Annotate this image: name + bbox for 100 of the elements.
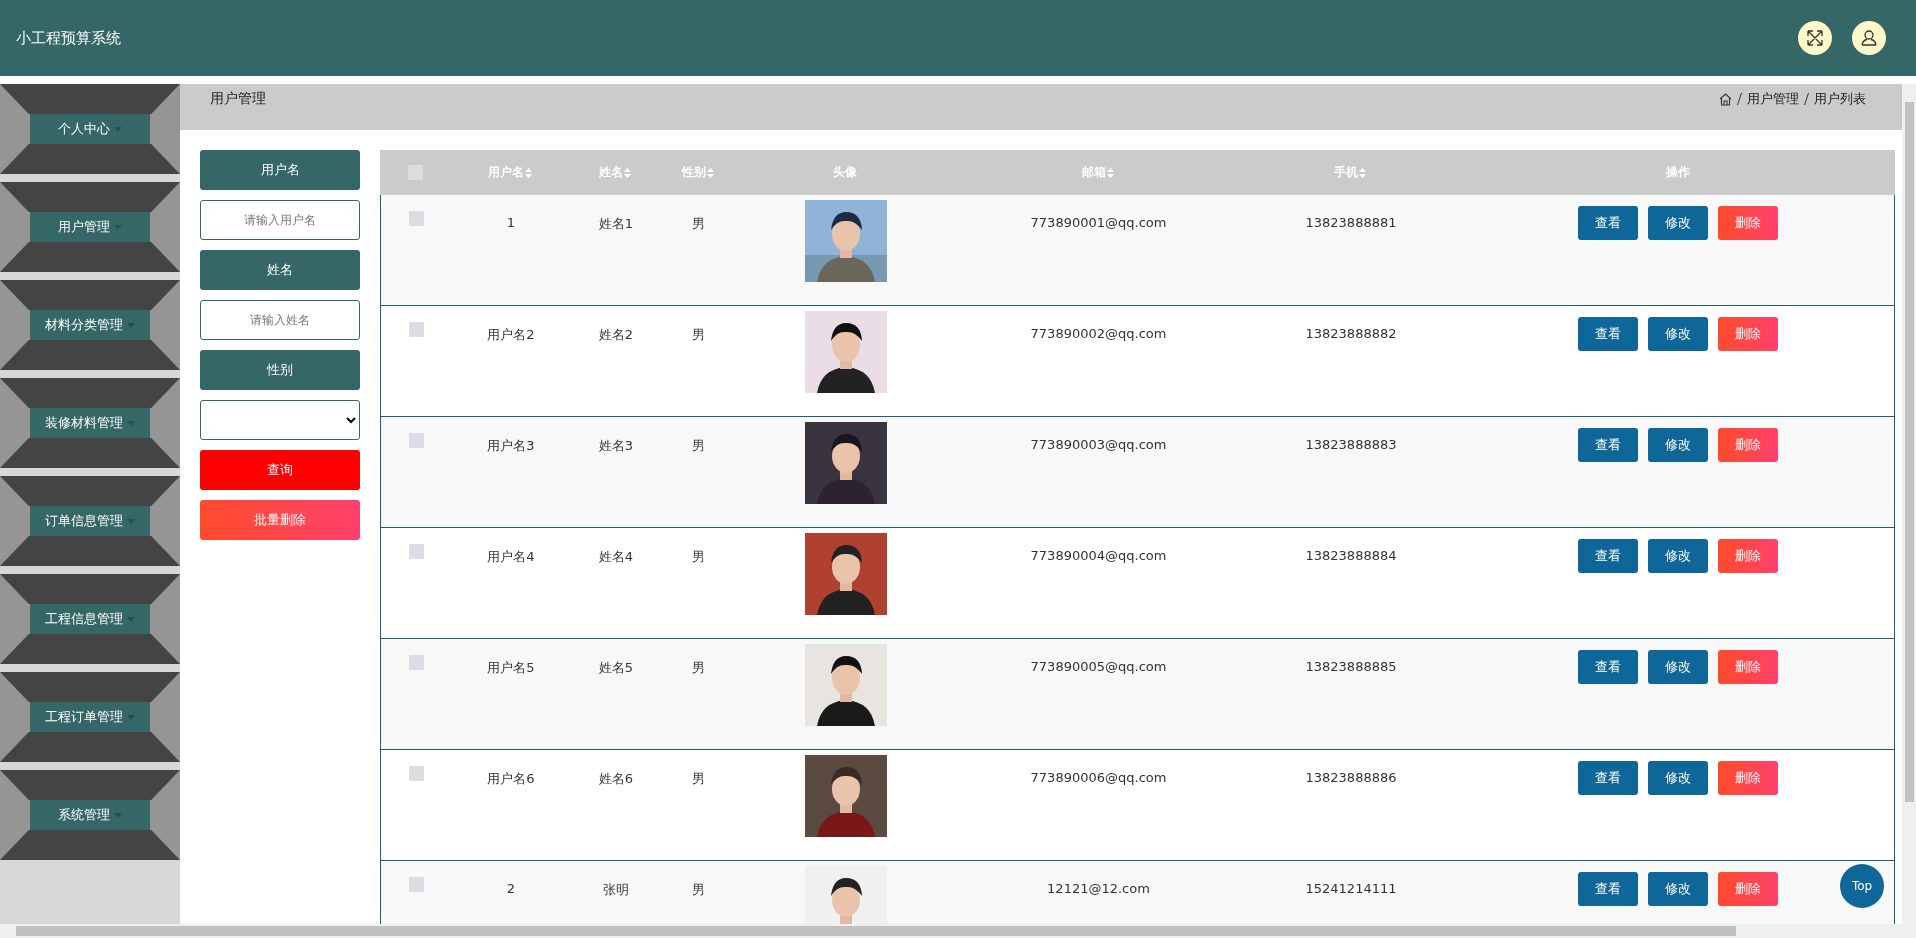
table-cell-text: 男 (692, 548, 705, 566)
table-cell-text: 13823888885 (1305, 659, 1397, 676)
caret-icon (114, 224, 122, 230)
table-cell-text: 773890004@qq.com (1030, 548, 1167, 565)
sort-icon[interactable] (525, 167, 532, 178)
table-cell-text: 张明 (603, 881, 629, 899)
table-cell-text: 773890003@qq.com (1030, 437, 1167, 454)
edit-button[interactable]: 修改 (1647, 650, 1708, 684)
table-cell-text: 姓名1 (598, 215, 634, 233)
table-cell-text: 姓名3 (598, 437, 634, 455)
app-title: 小工程预算系统 (16, 28, 122, 48)
table-cell-text: 13823888884 (1305, 548, 1397, 565)
table-cell-text: 男 (692, 437, 705, 455)
table-cell-text: 男 (692, 659, 705, 677)
row-checkbox[interactable] (408, 766, 424, 781)
table-cell-text: 姓名5 (598, 659, 634, 677)
caret-icon (127, 714, 135, 720)
sort-icon[interactable] (706, 167, 714, 178)
vertical-scrollbar[interactable] (1902, 84, 1916, 924)
delete-button[interactable]: 删除 (1717, 650, 1778, 684)
row-checkbox[interactable] (408, 544, 424, 559)
delete-button[interactable]: 删除 (1717, 761, 1778, 795)
view-button[interactable]: 查看 (1577, 539, 1638, 573)
delete-button[interactable]: 删除 (1717, 317, 1778, 351)
sidebar-item[interactable]: 工程订单管理 (30, 702, 150, 732)
separator-icon (1737, 93, 1742, 105)
table-cell-text: 用户名2 (487, 326, 535, 344)
view-button[interactable]: 查看 (1577, 650, 1638, 684)
sidebar-item[interactable]: 系统管理 (30, 800, 150, 830)
search-field[interactable]: 请输入姓名 (200, 300, 360, 340)
sidebar-item[interactable]: 用户管理 (30, 212, 150, 242)
table-cell-text: 13823888881 (1305, 215, 1397, 232)
table-cell-text: 773890002@qq.com (1030, 326, 1167, 343)
table-cell-text: 用户名6 (487, 770, 535, 788)
table-cell-text: 13823888882 (1305, 326, 1397, 343)
sidebar-item[interactable]: 装修材料管理 (30, 408, 150, 438)
table-cell-text: 773890005@qq.com (1030, 659, 1167, 676)
search-field[interactable]: 请输入用户名 (200, 200, 360, 240)
row-checkbox[interactable] (408, 655, 424, 670)
edit-button[interactable]: 修改 (1647, 428, 1708, 462)
user-icon (1860, 29, 1878, 47)
table-cell-text: 13823888883 (1305, 437, 1397, 454)
query-button[interactable]: 查询 (200, 450, 360, 490)
gender-select[interactable] (200, 400, 360, 440)
edit-button[interactable]: 修改 (1647, 761, 1708, 795)
table-cell-text: 15241214111 (1305, 881, 1397, 898)
caret-icon (127, 616, 135, 622)
view-button[interactable]: 查看 (1577, 428, 1638, 462)
table-cell-text: 2 (506, 881, 516, 898)
table-cell-text: 用户名3 (487, 437, 535, 455)
separator-icon (1804, 93, 1809, 105)
fullscreen-icon (1806, 29, 1824, 47)
table-cell-text: 姓名4 (598, 548, 634, 566)
caret-icon (127, 420, 135, 426)
view-button[interactable]: 查看 (1577, 761, 1638, 795)
edit-button[interactable]: 修改 (1647, 317, 1708, 351)
caret-icon (114, 812, 122, 818)
sort-icon[interactable] (1106, 167, 1114, 178)
delete-button[interactable]: 删除 (1717, 206, 1778, 240)
delete-button[interactable]: 删除 (1717, 872, 1778, 906)
edit-button[interactable]: 修改 (1647, 206, 1708, 240)
view-button[interactable]: 查看 (1577, 872, 1638, 906)
batch-delete-button[interactable]: 批量删除 (200, 500, 360, 540)
row-checkbox[interactable] (408, 211, 424, 226)
table-cell-text: 1 (506, 215, 516, 232)
sidebar-item[interactable]: 工程信息管理 (30, 604, 150, 634)
sidebar-item[interactable]: 材料分类管理 (30, 310, 150, 340)
table-cell-text: 用户名5 (487, 659, 535, 677)
edit-button[interactable]: 修改 (1647, 872, 1708, 906)
breadcrumb-link[interactable]: 用户列表 (1814, 90, 1866, 108)
table-cell-text: 男 (692, 326, 705, 344)
table-cell-text: 773890001@qq.com (1030, 215, 1167, 232)
table-cell-text: 男 (692, 881, 705, 899)
table-cell-text: 12121@12.com (1047, 881, 1150, 898)
breadcrumb-link[interactable]: 用户管理 (1747, 90, 1799, 108)
delete-button[interactable]: 删除 (1717, 428, 1778, 462)
field-label: 姓名 (200, 250, 360, 290)
table-cell-text: 773890006@qq.com (1030, 770, 1167, 787)
table-cell-text: 男 (692, 770, 705, 788)
user-button[interactable] (1852, 21, 1886, 55)
caret-icon (127, 322, 135, 328)
sidebar-item[interactable]: 订单信息管理 (30, 506, 150, 536)
view-button[interactable]: 查看 (1577, 317, 1638, 351)
sort-icon[interactable] (1359, 167, 1366, 178)
row-checkbox[interactable] (408, 322, 424, 337)
table-cell-text: 姓名6 (598, 770, 634, 788)
sidebar-item[interactable]: 个人中心 (30, 114, 150, 144)
field-label: 用户名 (200, 150, 360, 190)
sort-icon[interactable] (624, 167, 631, 178)
fullscreen-button[interactable] (1798, 21, 1832, 55)
edit-button[interactable]: 修改 (1647, 539, 1708, 573)
row-checkbox[interactable] (408, 877, 424, 892)
table-cell-text: 姓名2 (598, 326, 634, 344)
row-checkbox[interactable] (408, 433, 424, 448)
view-button[interactable]: 查看 (1577, 206, 1638, 240)
caret-icon (114, 126, 122, 132)
table-cell-text: 13823888886 (1305, 770, 1397, 787)
caret-icon (127, 518, 135, 524)
home-icon[interactable] (1719, 92, 1732, 106)
delete-button[interactable]: 删除 (1717, 539, 1778, 573)
